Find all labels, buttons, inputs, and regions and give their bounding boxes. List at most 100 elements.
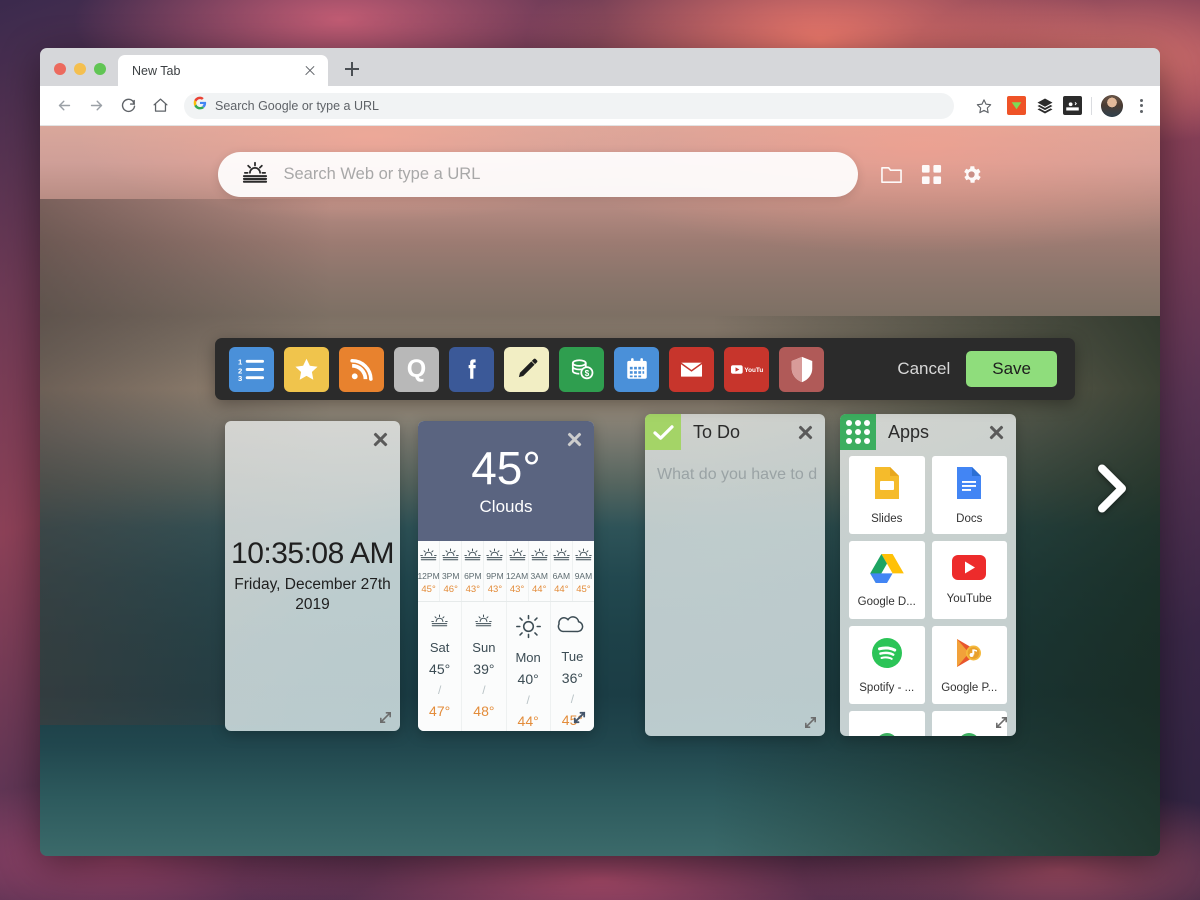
- close-icon[interactable]: [988, 424, 1005, 441]
- weather-hour-cell: 6PM 43°: [462, 541, 485, 601]
- widget-option-email[interactable]: [669, 346, 714, 392]
- tab-strip: New Tab: [40, 48, 1160, 86]
- svg-text:1: 1: [238, 357, 243, 366]
- app-tile[interactable]: Spotify - ...: [849, 626, 925, 704]
- minimize-window-button[interactable]: [74, 63, 86, 75]
- layers-extension-icon[interactable]: [1035, 96, 1054, 115]
- apps-grid-icon[interactable]: [921, 164, 942, 185]
- back-icon[interactable]: [50, 92, 78, 120]
- widget-option-todo-list[interactable]: 1 2 3: [229, 346, 274, 392]
- sunrise-icon: [575, 548, 592, 568]
- app-label: Docs: [956, 512, 983, 525]
- weather-day-cell: Mon 40° / 44°: [507, 602, 551, 731]
- widget-option-finance[interactable]: $: [559, 346, 604, 392]
- widget-option-facebook[interactable]: [449, 346, 494, 392]
- kebab-menu-icon[interactable]: [1132, 98, 1150, 113]
- svg-text:YouTube: YouTube: [744, 367, 763, 374]
- address-bar[interactable]: Search Google or type a URL: [184, 92, 954, 119]
- weather-widget[interactable]: 45° Clouds 12PM 45° 3PM 46° 6PM 43° 9PM 43° 12AM…: [418, 421, 594, 731]
- widget-option-rss[interactable]: [339, 346, 384, 392]
- search-input[interactable]: Search Web or type a URL: [217, 152, 858, 197]
- weather-day-separator: /: [526, 693, 530, 707]
- forward-icon[interactable]: [82, 92, 110, 120]
- window-controls: [40, 63, 118, 86]
- todo-widget[interactable]: To Do What do you have to d: [645, 414, 825, 736]
- resize-handle-icon[interactable]: [378, 710, 393, 725]
- widget-option-quotes[interactable]: Q: [394, 346, 439, 392]
- sunrise-icon: [486, 548, 504, 568]
- new-tab-button[interactable]: [338, 55, 366, 83]
- navigation-toolbar: Search Google or type a URL: [40, 86, 1160, 126]
- widget-option-calendar[interactable]: [614, 346, 659, 392]
- app-label: Spotify - ...: [859, 681, 915, 694]
- weather-hour-time: 3AM: [530, 571, 548, 581]
- close-window-button[interactable]: [54, 63, 66, 75]
- reload-icon[interactable]: [114, 92, 142, 120]
- avatar[interactable]: [1101, 94, 1123, 117]
- app-label: Google D...: [857, 595, 916, 608]
- app-tile[interactable]: Slides: [849, 456, 925, 534]
- apps-grid-icon: [840, 414, 876, 450]
- weather-day-cell: Sat 45° / 47°: [418, 602, 463, 731]
- app-tile[interactable]: [849, 711, 925, 736]
- sunrise-icon: [242, 160, 268, 189]
- chevron-right-icon[interactable]: [1090, 461, 1132, 522]
- weather-hour-cell: 3AM 44°: [529, 541, 551, 601]
- weather-hour-temp: 46°: [443, 584, 458, 595]
- save-button[interactable]: Save: [966, 351, 1057, 387]
- weather-daily-forecast: Sat 45°/47° Sun 39°/48° Mon 40°/44° Tue 36°/45°: [418, 602, 594, 731]
- apps-widget[interactable]: Apps Slides Docs Google D... YouTube Spotify…: [840, 414, 1016, 736]
- close-icon[interactable]: [566, 431, 583, 448]
- browser-tab[interactable]: New Tab: [118, 55, 328, 86]
- widget-option-notes[interactable]: [504, 346, 549, 392]
- cancel-button[interactable]: Cancel: [897, 359, 950, 379]
- close-icon[interactable]: [797, 424, 814, 441]
- check-icon: [645, 414, 681, 450]
- weather-hour-time: 9AM: [574, 571, 593, 581]
- weather-day-high: 39°: [473, 661, 495, 677]
- google-g-icon: [193, 96, 207, 115]
- sun-icon: [515, 614, 541, 644]
- resize-handle-icon[interactable]: [803, 715, 818, 730]
- resize-handle-icon[interactable]: [994, 715, 1009, 730]
- sunrise-icon: [442, 548, 459, 568]
- youtube-icon: [952, 555, 987, 585]
- widget-option-youtube[interactable]: YouTube: [724, 346, 769, 392]
- grammar-extension-icon[interactable]: [1007, 96, 1026, 115]
- weather-day-separator: /: [482, 683, 486, 697]
- weather-hour-temp: 45°: [576, 584, 591, 595]
- resize-handle-icon[interactable]: [572, 710, 587, 725]
- gear-icon[interactable]: [960, 163, 983, 186]
- home-icon[interactable]: [146, 92, 174, 120]
- screenshot-extension-icon[interactable]: [1063, 96, 1082, 115]
- weather-temperature: 45°: [471, 442, 541, 494]
- maximize-window-button[interactable]: [94, 63, 106, 75]
- weather-hourly-forecast: 12PM 45° 3PM 46° 6PM 43° 9PM 43° 12AM 43° 3AM 44° 6A…: [418, 541, 594, 602]
- toolbar-divider: [1091, 96, 1092, 115]
- app-tile[interactable]: Google D...: [849, 541, 925, 619]
- app-tile[interactable]: Docs: [931, 456, 1007, 534]
- todo-input[interactable]: What do you have to d: [645, 450, 825, 484]
- close-icon[interactable]: [372, 431, 389, 448]
- bookmarks-folder-icon[interactable]: [880, 164, 903, 185]
- app-icon: [873, 730, 901, 736]
- weather-hour-time: 12PM: [418, 571, 440, 581]
- weather-hour-cell: 9AM 45°: [573, 541, 594, 601]
- sunrise-icon: [508, 548, 526, 568]
- sunrise-icon: [530, 548, 548, 568]
- weather-hour-time: 3PM: [441, 571, 460, 581]
- widget-option-security[interactable]: [779, 346, 824, 392]
- spotify-icon: [871, 637, 903, 674]
- weather-hour-temp: 44°: [554, 584, 569, 595]
- app-tile[interactable]: Google P...: [931, 626, 1007, 704]
- clock-widget[interactable]: 10:35:08 AM Friday, December 27th 2019: [225, 421, 400, 731]
- app-tile[interactable]: YouTube: [931, 541, 1007, 619]
- bookmark-star-icon[interactable]: [970, 92, 998, 120]
- desktop-wallpaper: New Tab Search Google or type a URL Sear…: [0, 0, 1200, 900]
- address-bar-placeholder: Search Google or type a URL: [215, 98, 379, 113]
- tab-close-icon[interactable]: [302, 63, 318, 79]
- apps-list: Slides Docs Google D... YouTube Spotify - ..…: [840, 450, 1016, 736]
- clock-date-line-2: 2019: [295, 596, 330, 613]
- sunrise-icon: [475, 614, 493, 634]
- widget-option-favorites[interactable]: [284, 346, 329, 392]
